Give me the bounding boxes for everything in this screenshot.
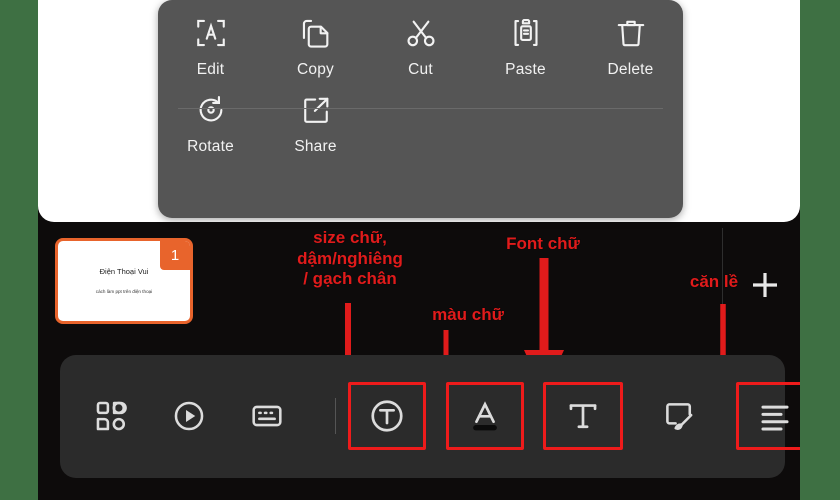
toolbar-button-font[interactable] — [543, 382, 623, 450]
slide-subtitle-text: cách làm ppt trên điện thoại — [95, 289, 153, 294]
align-left-icon — [756, 397, 794, 435]
context-menu-label: Paste — [505, 61, 546, 78]
context-menu-label: Edit — [196, 61, 225, 78]
edit-letter-a-icon — [192, 14, 230, 52]
plus-cursor-icon — [750, 270, 780, 300]
annotation-label-font-chu: Font chữ — [506, 234, 580, 253]
text-color-a-icon — [466, 397, 504, 435]
context-menu[interactable]: Edit Copy Cut Paste Delete Rotate Share — [158, 0, 683, 218]
toolbar-button-text-format[interactable] — [348, 382, 426, 450]
copy-icon — [297, 14, 335, 52]
context-menu-divider — [178, 108, 663, 109]
slide-thumbnail[interactable]: 1 Điện Thoại Vui cách làm ppt trên điện … — [55, 238, 193, 324]
bottom-toolbar[interactable] — [60, 355, 800, 478]
play-circle-icon — [172, 399, 206, 433]
annotation-line-3: / gạch chân — [303, 269, 397, 289]
context-menu-label: Rotate — [187, 138, 234, 155]
shapes-grid-icon — [94, 399, 128, 433]
phone-screen: Edit Copy Cut Paste Delete Rotate Share … — [38, 0, 800, 500]
context-menu-item-cut[interactable]: Cut — [368, 14, 473, 79]
toolbar-button-shapes[interactable] — [82, 382, 140, 450]
caption-box-icon — [250, 399, 284, 433]
toolbar-separator — [335, 398, 336, 434]
slide-title-text: Điện Thoại Vui — [99, 267, 149, 276]
context-menu-item-paste[interactable]: Paste — [473, 14, 578, 79]
toolbar-button-play[interactable] — [160, 382, 218, 450]
toolbar-button-caption[interactable] — [238, 382, 296, 450]
clipboard-paste-icon — [507, 14, 545, 52]
annotation-line-2: dậm/nghiêng — [297, 248, 403, 268]
font-serif-t-icon — [564, 397, 602, 435]
trash-icon — [612, 14, 650, 52]
share-icon — [297, 91, 335, 129]
shape-brush-icon — [662, 399, 696, 433]
toolbar-button-text-color[interactable] — [446, 382, 524, 450]
context-menu-label: Copy — [297, 61, 334, 78]
context-menu-row-1: Edit Copy Cut Paste Delete — [158, 0, 683, 79]
context-menu-item-rotate[interactable]: Rotate — [158, 91, 263, 156]
annotation-label-mau-chu: màu chữ — [432, 305, 504, 324]
context-menu-item-share[interactable]: Share — [263, 91, 368, 156]
text-format-circle-t-icon — [368, 397, 406, 435]
context-menu-label: Delete — [607, 61, 654, 78]
annotation-line-1: size chữ, — [313, 228, 387, 247]
context-menu-row-2: Rotate Share — [158, 79, 683, 156]
toolbar-button-align[interactable] — [736, 382, 800, 450]
scissors-icon — [402, 14, 440, 52]
context-menu-label: Share — [294, 138, 337, 155]
context-menu-item-delete[interactable]: Delete — [578, 14, 683, 79]
context-menu-item-copy[interactable]: Copy — [263, 14, 368, 79]
context-menu-item-edit[interactable]: Edit — [158, 14, 263, 79]
screenshot-stage: Edit Copy Cut Paste Delete Rotate Share … — [0, 0, 840, 500]
slide-number-badge: 1 — [160, 241, 190, 270]
context-menu-label: Cut — [408, 61, 433, 78]
rotate-icon — [192, 91, 230, 129]
annotation-label-size-chu: size chữ, dậm/nghiêng / gạch chân — [270, 228, 430, 290]
toolbar-button-shape-style[interactable] — [650, 382, 708, 450]
annotation-label-can-le: căn lề — [689, 272, 739, 291]
